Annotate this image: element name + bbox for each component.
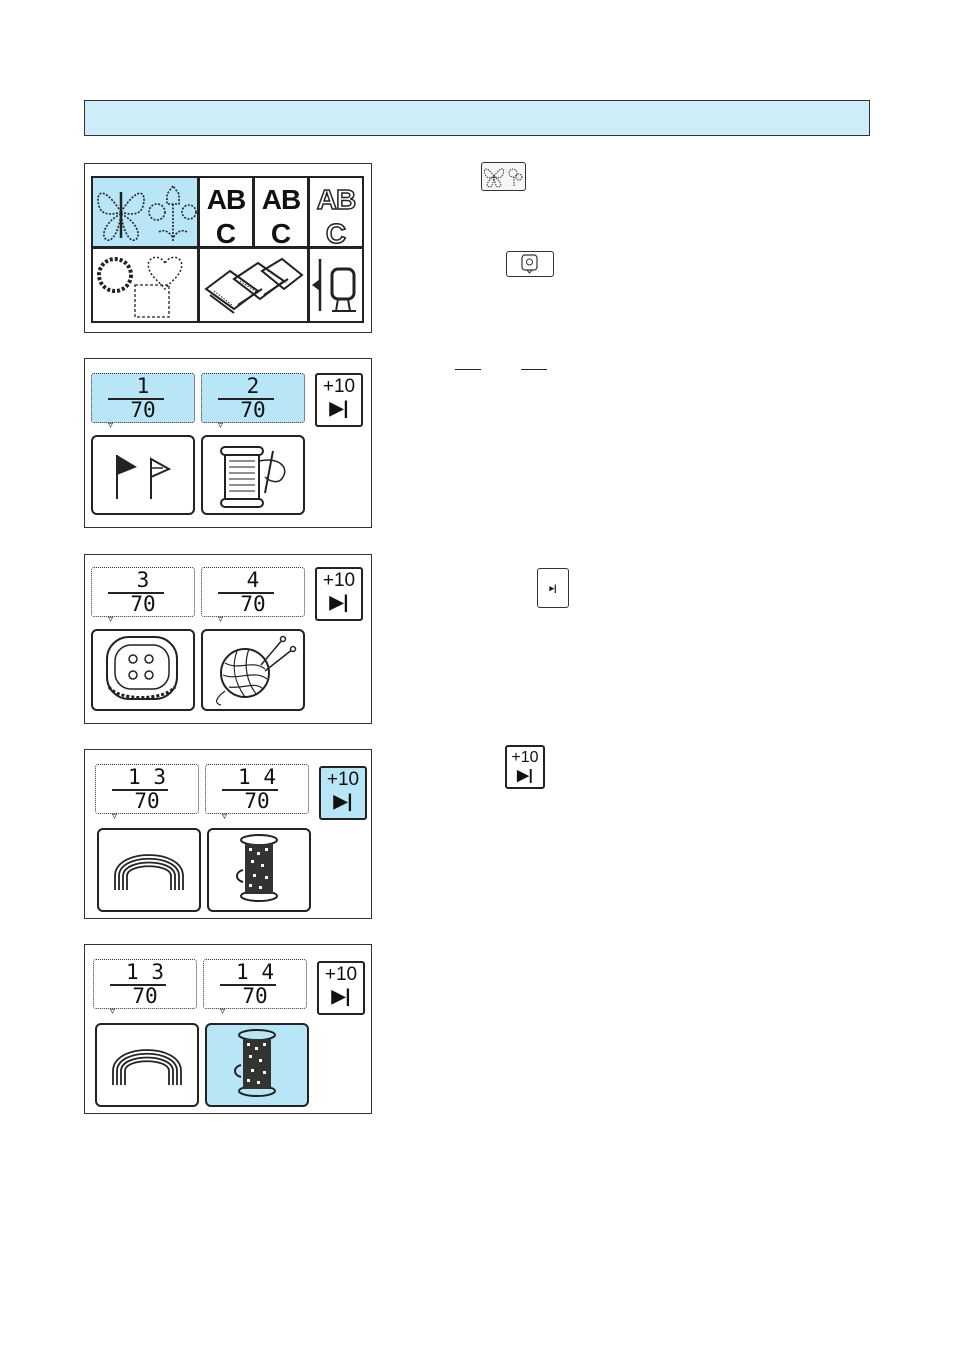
pattern-page-panel-4: 1 3 70 ▿ 1 4 70 ▿ +10 ▶|: [84, 944, 372, 1114]
butterfly-flower-icon: [483, 168, 523, 188]
pointer-icon: ▿: [220, 1006, 226, 1017]
plus10-label: +10: [322, 570, 356, 591]
pointer-icon: ▿: [222, 811, 228, 822]
pattern-button[interactable]: [91, 629, 195, 711]
pointer-icon: ▿: [110, 1006, 116, 1017]
plus10-next-button[interactable]: +10 ▶|: [315, 567, 363, 621]
hoop-back-cell[interactable]: [308, 247, 364, 323]
page-total: 70: [130, 592, 156, 616]
embroidery-patterns-cell[interactable]: [91, 176, 199, 248]
next-page-icon: ▶|: [329, 592, 349, 612]
next-page-icon: ▶|: [329, 398, 349, 418]
page-indicator: 3 70 ▿: [91, 567, 195, 625]
butterfly-flower-icon: [97, 184, 197, 242]
page-number: 1 4: [238, 765, 276, 789]
pointer-icon: ▿: [218, 614, 224, 625]
pointer-icon: ▿: [108, 614, 114, 625]
button-icon: [93, 636, 193, 711]
page-indicator: 1 3 70 ▿: [93, 959, 197, 1017]
pattern-page-panel-1: 1 70 ▿ 2 70 ▿ +10 ▶|: [84, 358, 372, 528]
plus10-next-button[interactable]: +10 ▶|: [319, 766, 367, 820]
page-total: 70: [130, 398, 156, 422]
fraction-underline-2: [521, 369, 547, 370]
embroidery-mode-inline-icon: [506, 251, 554, 277]
plus10-next-button[interactable]: +10 ▶|: [315, 373, 363, 427]
spool-icon: [207, 1029, 307, 1105]
flags-icon: [93, 455, 193, 517]
next-page-icon: ▶|: [331, 986, 351, 1006]
memory-pockets-icon: [204, 257, 304, 314]
pointer-icon: ▿: [218, 420, 224, 431]
plus10-inline-label: +10: [511, 749, 539, 766]
page-number: 1 3: [128, 765, 166, 789]
pattern-button[interactable]: [207, 828, 311, 912]
page-indicator: 1 4 70 ▿: [203, 959, 307, 1017]
memory-pockets-cell[interactable]: [198, 247, 309, 323]
pattern-button[interactable]: [201, 435, 305, 515]
yarn-ball-icon: [203, 635, 303, 711]
page-number: 2: [246, 374, 260, 398]
page-indicator: 1 4 70 ▿: [205, 764, 309, 822]
next-page-icon: ▶|: [333, 791, 353, 811]
section-header-bar: [84, 100, 870, 136]
page-number: 1 3: [126, 960, 164, 984]
page-indicator: 4 70 ▿: [201, 567, 305, 625]
pointer-icon: ▿: [112, 811, 118, 822]
next-page-icon: ▶|: [517, 767, 533, 784]
page-total: 70: [240, 398, 266, 422]
pattern-button[interactable]: [91, 435, 195, 515]
hoop-flower-icon: [521, 254, 538, 274]
thread-spool-needle-icon: [203, 446, 303, 517]
page-total: 70: [134, 789, 160, 813]
frame-shapes-icon: [97, 256, 183, 318]
page-total: 70: [240, 592, 266, 616]
pointer-icon: ▿: [108, 420, 114, 431]
page-number: 4: [246, 568, 260, 592]
font-abc-cell-1[interactable]: AB C: [198, 176, 254, 248]
page-indicator: 1 3 70 ▿: [95, 764, 199, 822]
plus10-next-button[interactable]: +10 ▶|: [317, 961, 365, 1015]
plus10-label: +10: [324, 964, 358, 985]
font-abc-cell-2[interactable]: AB C: [253, 176, 309, 248]
pattern-button[interactable]: [97, 828, 201, 912]
page-total: 70: [244, 789, 270, 813]
page-number: 1: [136, 374, 150, 398]
frame-patterns-cell[interactable]: [91, 247, 199, 323]
plus10-label: +10: [322, 376, 356, 397]
pattern-button[interactable]: [201, 629, 305, 711]
page-number: 3: [136, 568, 150, 592]
arch-icon: [97, 1049, 197, 1105]
plus10-inline-icon: +10 ▶|: [505, 745, 545, 789]
fraction-underline-1: [455, 369, 481, 370]
page-indicator: 1 70 ▿: [91, 373, 195, 431]
pattern-page-panel-2: 3 70 ▿ 4 70 ▿ +10 ▶|: [84, 554, 372, 724]
next-page-inline-icon: ▸|: [537, 568, 569, 608]
plus10-label: +10: [326, 769, 360, 790]
page-total: 70: [242, 984, 268, 1008]
pattern-button[interactable]: [95, 1023, 199, 1107]
hoop-back-icon: [312, 259, 356, 312]
font-abc-cell-outline[interactable]: AB C: [308, 176, 364, 248]
category-menu-panel: AB C AB C AB C: [84, 163, 372, 333]
spool-icon: [209, 834, 309, 910]
pattern-button[interactable]: [205, 1023, 309, 1107]
page-total: 70: [132, 984, 158, 1008]
page-indicator: 2 70 ▿: [201, 373, 305, 431]
page-number: 1 4: [236, 960, 274, 984]
embroidery-key-inline-icon: [481, 162, 526, 191]
arch-icon: [99, 854, 199, 910]
pattern-page-panel-3: 1 3 70 ▿ 1 4 70 ▿ +10 ▶|: [84, 749, 372, 919]
